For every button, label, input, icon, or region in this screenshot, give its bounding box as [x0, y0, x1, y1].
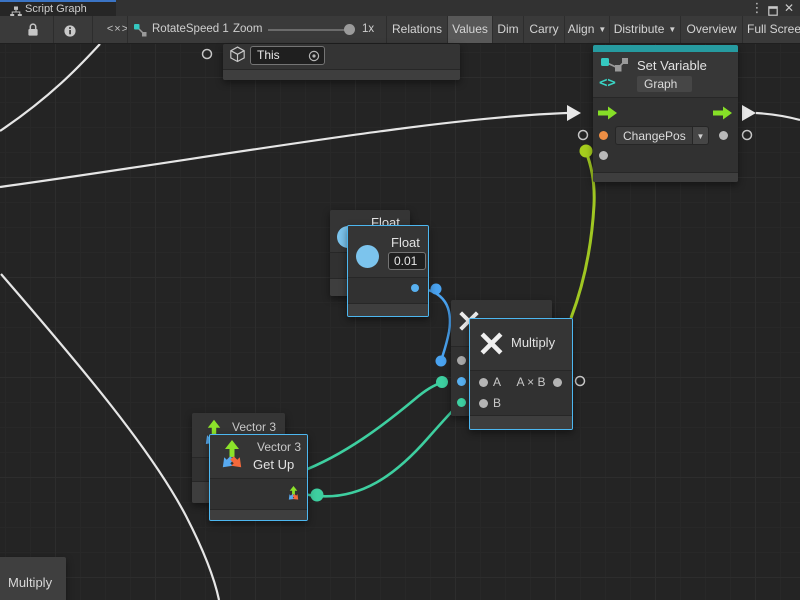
node-multiply-corner[interactable]: Multiply: [0, 557, 66, 600]
svg-text:<>: <>: [599, 75, 616, 90]
port-input-value[interactable]: [599, 151, 608, 160]
toolbar-button-values[interactable]: Values: [448, 16, 492, 43]
node-title: Float: [391, 235, 420, 250]
toolbar-button-carry[interactable]: Carry: [524, 16, 564, 43]
zoom-label: Zoom: [233, 16, 262, 43]
port-result[interactable]: [553, 378, 562, 387]
multiply-x-icon: [478, 330, 505, 362]
node-this[interactable]: This: [223, 44, 460, 80]
exec-output-arrow[interactable]: [713, 106, 733, 125]
toolbar-button-align[interactable]: Align▼: [565, 16, 609, 43]
port-input-c[interactable]: [457, 398, 466, 407]
node-subtitle: Get Up: [253, 457, 294, 472]
zoom-slider[interactable]: [268, 29, 354, 31]
zoom-value: 1x: [362, 16, 374, 43]
caret-down-icon: ▼: [598, 25, 606, 34]
lock-icon[interactable]: [27, 23, 39, 42]
exec-arrowhead-in: [567, 105, 581, 121]
wire-ball-lime: [580, 145, 593, 158]
set-variable-graph-icon: <>: [599, 56, 630, 95]
wire-ball-teal-upper: [436, 376, 448, 388]
this-object-field[interactable]: This: [250, 46, 325, 65]
tab-label: Script Graph: [25, 2, 87, 16]
caret-down-icon: ▼: [668, 25, 676, 34]
port-b[interactable]: [479, 399, 488, 408]
wire-ball-teal-lower: [311, 489, 324, 502]
node-float-front[interactable]: Float 0.01: [347, 225, 429, 317]
wire-vector3-lower[interactable]: [304, 402, 461, 496]
toolbar-button-distribute[interactable]: Distribute▼: [610, 16, 680, 43]
node-multiply-front[interactable]: Multiply A A × B B: [469, 318, 573, 430]
graph-canvas[interactable]: This <> Set Variable Graph: [0, 44, 800, 600]
node-title: Multiply: [8, 575, 52, 590]
node-title: Vector 3: [232, 420, 276, 434]
port-circle-this[interactable]: [203, 50, 212, 59]
variable-name-dropdown[interactable]: ChangePos: [615, 126, 693, 145]
wire-multiply-result[interactable]: [571, 152, 594, 318]
node-vector3-get-up[interactable]: Vector 3 Get Up: [209, 434, 308, 521]
vector3-arrows-icon: [214, 437, 250, 480]
node-title: Vector 3: [257, 440, 301, 454]
exec-arrowhead-out: [742, 105, 756, 121]
wire-exec-diagonal[interactable]: [1, 274, 219, 600]
set-variable-accent-bar: [593, 45, 738, 52]
node-set-variable[interactable]: <> Set Variable Graph ▼ ChangePos ▼: [593, 45, 738, 182]
variable-name-dropdown-caret[interactable]: ▼: [693, 126, 709, 145]
output-label: A × B: [510, 375, 552, 389]
code-view-icon[interactable]: <×>: [100, 16, 136, 43]
tab-script-graph[interactable]: Script Graph: [0, 0, 116, 16]
port-a-label: A: [493, 375, 501, 389]
graph-breadcrumb-icon: [133, 23, 147, 42]
node-title: Set Variable: [637, 58, 707, 73]
gameobject-cube-icon: [229, 46, 246, 68]
variable-scope-dropdown[interactable]: Graph ▼: [637, 76, 692, 92]
port-output-value[interactable]: [719, 131, 728, 140]
zoom-slider-handle[interactable]: [344, 24, 355, 35]
close-icon[interactable]: ✕: [782, 0, 796, 16]
toolbar-button-fullscreen[interactable]: Full Screen: [743, 16, 800, 43]
toolbar-button-relations[interactable]: Relations: [387, 16, 447, 43]
port-input-b[interactable]: [457, 377, 466, 386]
toolbar-button-overview[interactable]: Overview: [681, 16, 742, 43]
wire-exec-offscreen-top[interactable]: [0, 44, 100, 131]
wire-exec-in[interactable]: [0, 113, 567, 187]
port-input-a[interactable]: [457, 356, 466, 365]
port-vector3-output-icon[interactable]: [285, 485, 302, 508]
port-float-output[interactable]: [411, 284, 419, 292]
node-title: Multiply: [511, 335, 555, 350]
caret-down-icon: ▼: [697, 132, 705, 141]
object-picker-icon[interactable]: [308, 50, 320, 67]
graph-toolbar: <×> RotateSpeed 1 Zoom 1x Relations Valu…: [0, 16, 800, 44]
kebab-menu-icon[interactable]: ⋮: [750, 0, 764, 16]
float-type-icon: [356, 245, 379, 268]
port-variable-name[interactable]: [599, 131, 608, 140]
wire-vector3-upper[interactable]: [300, 382, 442, 472]
port-circle-setvar-right[interactable]: [743, 131, 752, 140]
title-bar: Script Graph ⋮ ✕: [0, 0, 800, 16]
graph-breadcrumb[interactable]: RotateSpeed 1: [152, 16, 229, 43]
exec-input-arrow[interactable]: [598, 106, 618, 125]
wire-exec-out[interactable]: [756, 113, 800, 120]
port-circle-setvar-left[interactable]: [579, 131, 588, 140]
port-a[interactable]: [479, 378, 488, 387]
wire-ball-blue-end: [436, 356, 447, 367]
port-circle-multiply-out[interactable]: [576, 377, 585, 386]
float-value-field[interactable]: 0.01: [388, 252, 426, 270]
toolbar-button-dim[interactable]: Dim: [493, 16, 523, 43]
wire-ball-blue-start: [431, 284, 442, 295]
script-graph-window: Script Graph ⋮ ✕ <×> RotateSpeed 1 Zoom …: [0, 0, 800, 600]
info-icon[interactable]: [64, 24, 76, 42]
port-b-label: B: [493, 396, 501, 410]
